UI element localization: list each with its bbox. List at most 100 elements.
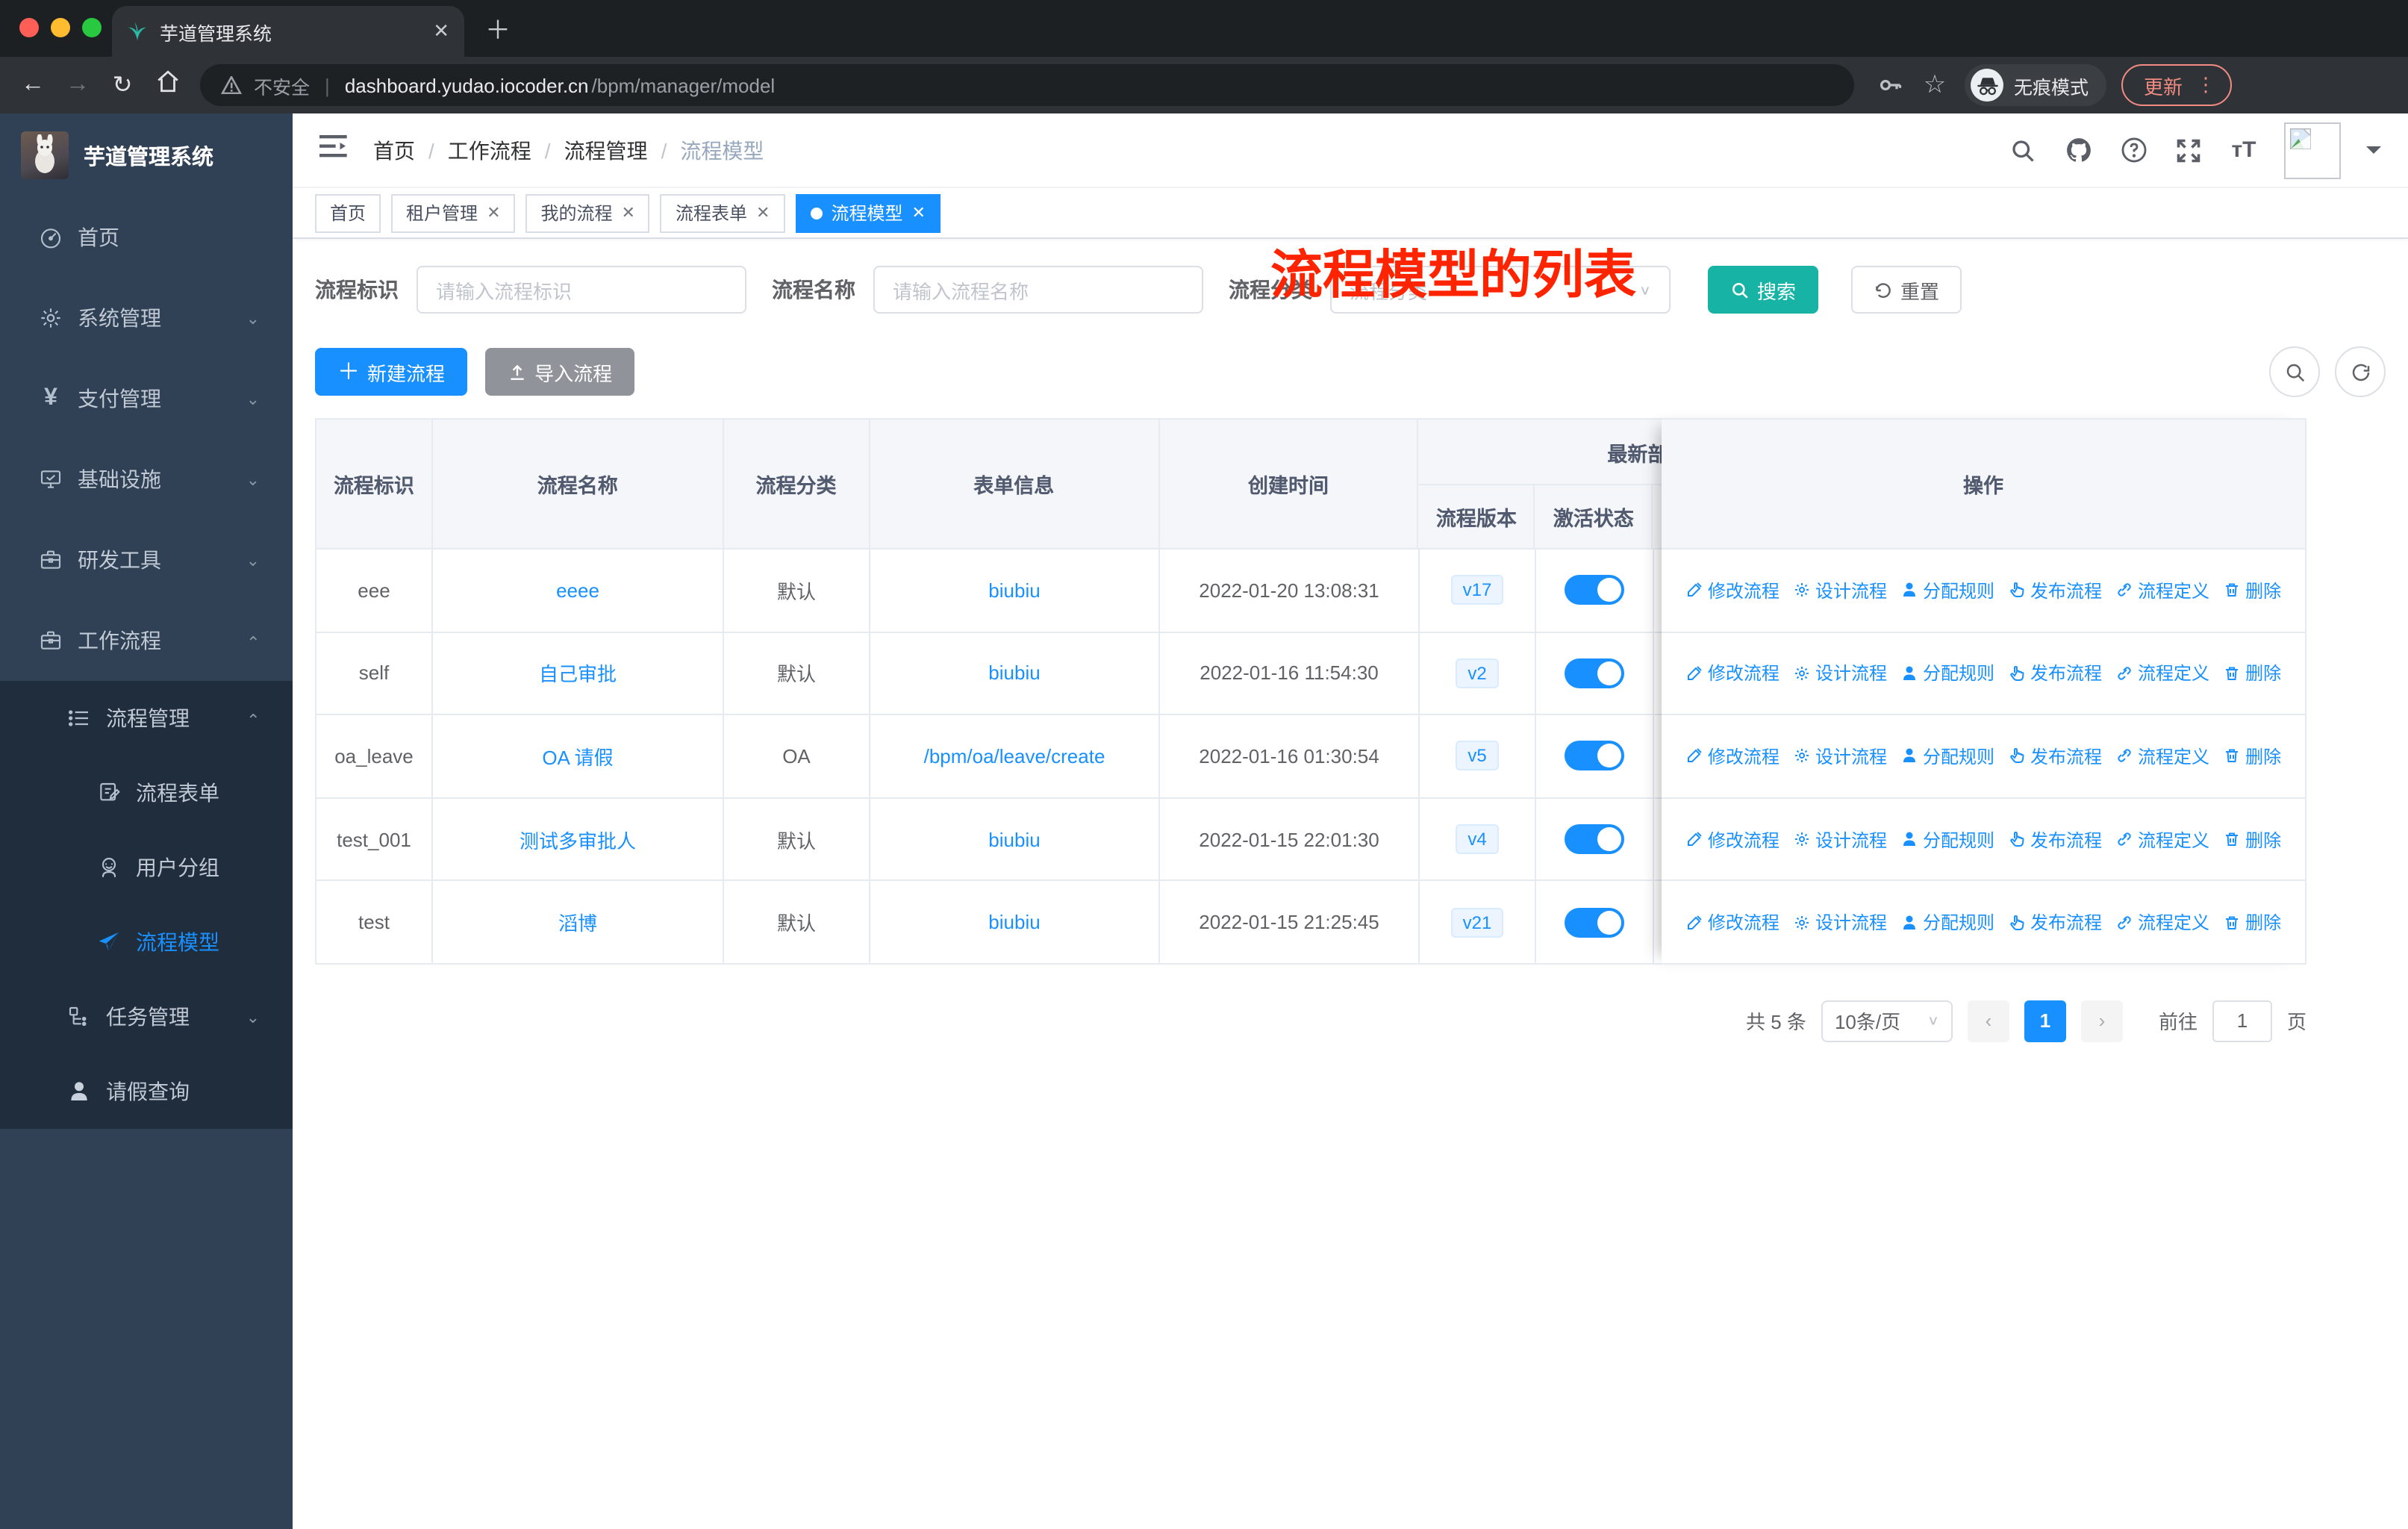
breadcrumb-process-mgmt[interactable]: 流程管理 — [564, 135, 648, 165]
cell-form-link[interactable]: biubiu — [988, 662, 1040, 685]
active-toggle[interactable] — [1565, 741, 1624, 771]
cell-name-link[interactable]: 滔博 — [558, 908, 597, 936]
action-link[interactable]: 分配规则 — [1900, 661, 1994, 686]
cell-name-link[interactable]: eeee — [556, 579, 599, 602]
action-link[interactable]: 修改流程 — [1685, 909, 1780, 935]
action-link[interactable]: 发布流程 — [2008, 826, 2102, 852]
fullscreen-icon[interactable] — [2174, 135, 2203, 165]
page-1-button[interactable]: 1 — [2024, 1000, 2066, 1042]
page-size-select[interactable]: 10条/页 ∨ — [1821, 1000, 1953, 1042]
browser-update-button[interactable]: 更新 ⋮ — [2121, 64, 2233, 106]
action-link[interactable]: 修改流程 — [1685, 578, 1780, 603]
version-tag[interactable]: v5 — [1456, 741, 1499, 771]
tag-my-process[interactable]: 我的流程 ✕ — [525, 193, 650, 232]
action-link[interactable]: 分配规则 — [1900, 826, 1994, 852]
sidebar-item-system[interactable]: 系统管理 ⌄ — [0, 278, 293, 358]
breadcrumb-home[interactable]: 首页 — [373, 135, 415, 165]
reload-button[interactable]: ↻ — [105, 70, 140, 100]
minimize-window-button[interactable] — [51, 18, 70, 37]
cell-name-link[interactable]: 自己审批 — [539, 659, 617, 688]
tag-process-form[interactable]: 流程表单 ✕ — [660, 193, 785, 232]
user-avatar[interactable] — [2284, 122, 2341, 178]
sidebar-item-workflow[interactable]: 工作流程 ⌄ — [0, 600, 293, 681]
action-link[interactable]: 设计流程 — [1793, 744, 1887, 769]
action-link[interactable]: 流程定义 — [2115, 909, 2209, 935]
goto-page-input[interactable]: 1 — [2212, 1000, 2272, 1042]
cell-form-link[interactable]: /bpm/oa/leave/create — [924, 745, 1105, 767]
cell-name-link[interactable]: 测试多审批人 — [520, 825, 636, 853]
create-process-button[interactable]: ＋ 新建流程 — [315, 348, 468, 396]
reset-button[interactable]: 重置 — [1851, 266, 1962, 314]
sidebar-item-home[interactable]: 首页 — [0, 197, 293, 278]
action-link[interactable]: 发布流程 — [2008, 744, 2102, 769]
font-size-icon[interactable]: тT — [2229, 135, 2259, 165]
sidebar-item-infra[interactable]: 基础设施 ⌄ — [0, 439, 293, 520]
sidebar-item-process-form[interactable]: 流程表单 — [0, 756, 293, 830]
close-icon[interactable]: ✕ — [487, 203, 500, 222]
action-link[interactable]: 发布流程 — [2008, 909, 2102, 935]
hamburger-icon[interactable] — [319, 133, 349, 167]
version-tag[interactable]: v21 — [1450, 907, 1504, 938]
tag-process-model[interactable]: 流程模型 ✕ — [795, 193, 941, 232]
browser-menu-icon[interactable]: ⋮ — [2196, 73, 2215, 97]
delete-action-link[interactable]: 删除 — [2223, 909, 2281, 935]
sidebar-item-user-group[interactable]: 用户分组 — [0, 830, 293, 905]
home-button[interactable] — [149, 69, 185, 102]
github-icon[interactable] — [2063, 135, 2093, 165]
action-link[interactable]: 流程定义 — [2115, 661, 2209, 686]
new-tab-button[interactable]: ＋ — [485, 9, 511, 46]
cell-form-link[interactable]: biubiu — [988, 828, 1040, 850]
action-link[interactable]: 发布流程 — [2008, 578, 2102, 603]
next-page-button[interactable]: › — [2080, 1000, 2123, 1042]
action-link[interactable]: 流程定义 — [2115, 826, 2209, 852]
app-logo-row[interactable]: 芋道管理系统 — [0, 113, 293, 197]
action-link[interactable]: 修改流程 — [1685, 744, 1780, 769]
active-toggle[interactable] — [1565, 907, 1624, 938]
active-toggle[interactable] — [1565, 658, 1624, 688]
bookmark-star-icon[interactable]: ☆ — [1920, 70, 1950, 100]
sidebar-item-process-model[interactable]: 流程模型 — [0, 905, 293, 980]
version-tag[interactable]: v2 — [1456, 658, 1499, 688]
action-link[interactable]: 流程定义 — [2115, 744, 2209, 769]
delete-action-link[interactable]: 删除 — [2223, 826, 2281, 852]
delete-action-link[interactable]: 删除 — [2223, 661, 2281, 686]
show-search-button[interactable] — [2269, 346, 2320, 397]
sidebar-item-devtools[interactable]: 研发工具 ⌄ — [0, 520, 293, 600]
breadcrumb-workflow[interactable]: 工作流程 — [448, 135, 531, 165]
back-button[interactable]: ← — [15, 72, 51, 99]
delete-action-link[interactable]: 删除 — [2223, 744, 2281, 769]
macos-traffic-lights[interactable] — [19, 18, 102, 37]
delete-action-link[interactable]: 删除 — [2223, 578, 2281, 603]
action-link[interactable]: 设计流程 — [1793, 661, 1887, 686]
key-icon[interactable] — [1875, 70, 1905, 100]
action-link[interactable]: 修改流程 — [1685, 826, 1780, 852]
security-label[interactable]: 不安全 — [254, 71, 310, 99]
process-key-input[interactable]: 请输入流程标识 — [417, 266, 746, 314]
action-link[interactable]: 发布流程 — [2008, 661, 2102, 686]
close-icon[interactable]: ✕ — [756, 203, 770, 222]
version-tag[interactable]: v17 — [1450, 575, 1504, 605]
avatar-caret-icon[interactable] — [2366, 146, 2381, 161]
sidebar-item-leave-query[interactable]: 请假查询 — [0, 1054, 293, 1129]
sidebar-item-process-mgmt[interactable]: 流程管理 ⌄ — [0, 681, 293, 756]
action-link[interactable]: 流程定义 — [2115, 578, 2209, 603]
cell-form-link[interactable]: biubiu — [988, 911, 1040, 933]
maximize-window-button[interactable] — [82, 18, 102, 37]
tag-home[interactable]: 首页 — [315, 193, 381, 232]
active-toggle[interactable] — [1565, 824, 1624, 855]
search-button[interactable]: 搜索 — [1708, 266, 1819, 314]
action-link[interactable]: 修改流程 — [1685, 661, 1780, 686]
version-tag[interactable]: v4 — [1456, 824, 1499, 855]
update-label[interactable]: 更新 — [2144, 71, 2183, 99]
process-name-input[interactable]: 请输入流程名称 — [873, 266, 1203, 314]
active-toggle[interactable] — [1565, 575, 1624, 605]
close-icon[interactable]: ✕ — [622, 203, 635, 222]
browser-tab[interactable]: 芋道管理系统 ✕ — [112, 6, 464, 57]
action-link[interactable]: 设计流程 — [1793, 826, 1887, 852]
cell-name-link[interactable]: OA 请假 — [542, 742, 613, 770]
tag-tenant[interactable]: 租户管理 ✕ — [391, 193, 516, 232]
prev-page-button[interactable]: ‹ — [1967, 1000, 2009, 1042]
refresh-table-button[interactable] — [2335, 346, 2386, 397]
cell-form-link[interactable]: biubiu — [988, 579, 1040, 602]
import-process-button[interactable]: 导入流程 — [485, 348, 635, 396]
